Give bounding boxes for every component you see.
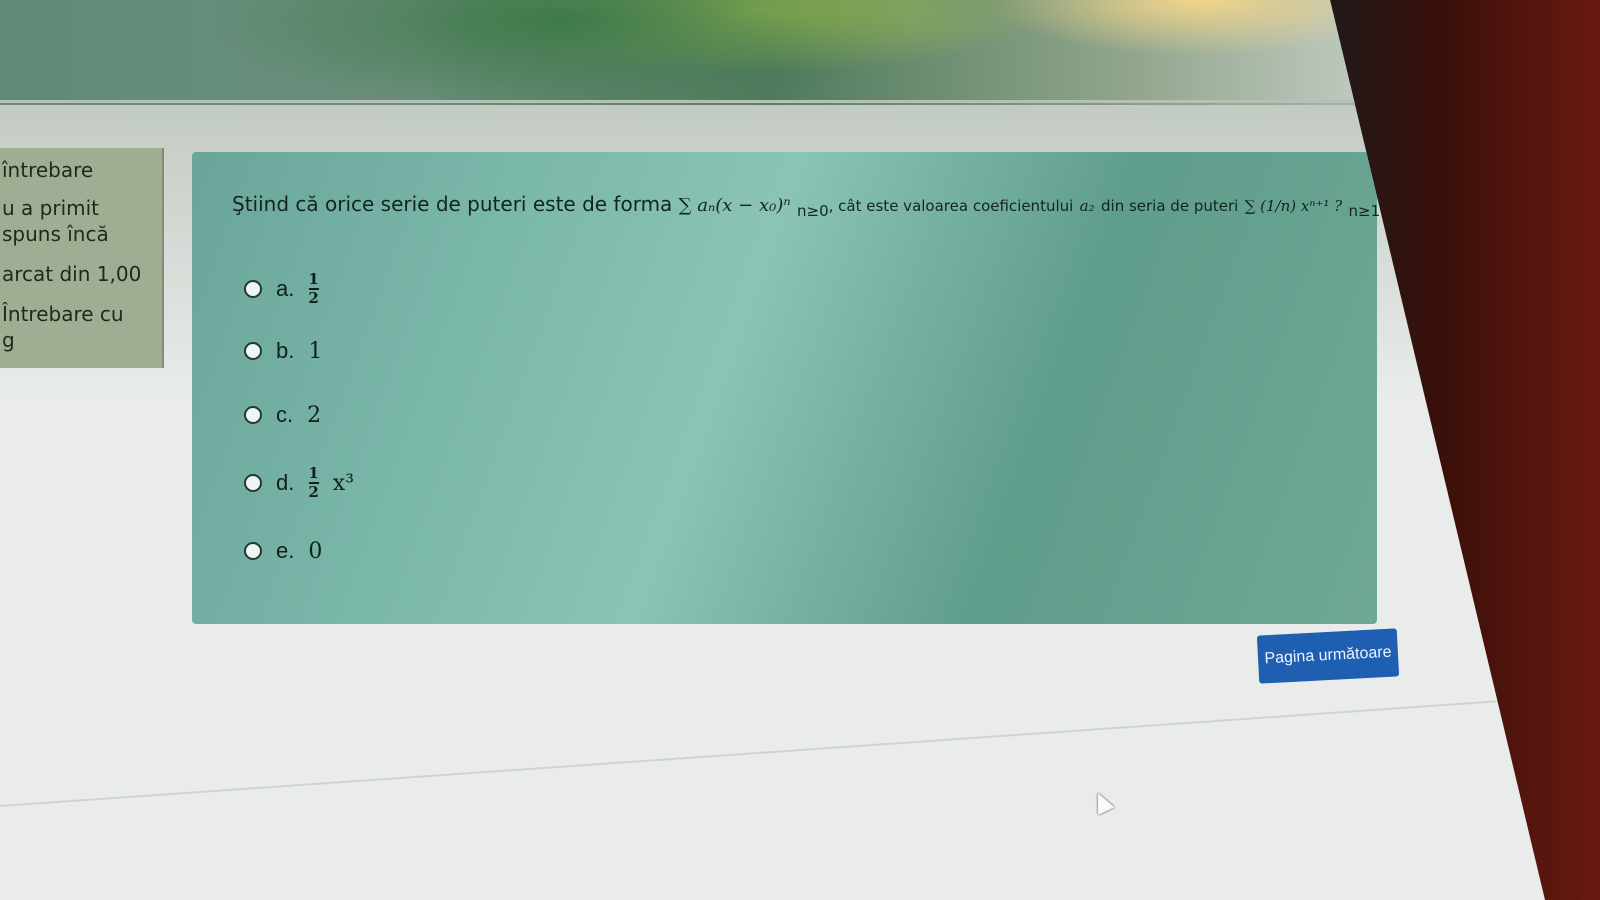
fraction-denominator: 2	[308, 483, 319, 501]
answer-option-b[interactable]: b. 1	[244, 338, 322, 364]
radio-button[interactable]	[244, 342, 262, 360]
info-status-line2: spuns încă	[2, 222, 109, 246]
answer-value: 0	[308, 538, 323, 564]
coefficient-math: a₂	[1079, 197, 1095, 215]
info-mark: arcat din 1,00	[2, 262, 142, 286]
radio-button[interactable]	[244, 280, 262, 298]
flag-question-link-cont[interactable]: g	[2, 328, 15, 352]
mouse-cursor-icon	[1089, 789, 1115, 815]
answer-letter: c.	[276, 402, 294, 427]
series-form-math: ∑ aₙ(x − x₀)ⁿ	[678, 195, 791, 216]
tail-series-index: n≥1	[1348, 202, 1381, 220]
answer-option-a[interactable]: a. 1 2	[244, 272, 319, 306]
flag-question-link[interactable]: Întrebare cu	[2, 302, 124, 326]
question-card: Ştiind că orice serie de puteri este de …	[192, 152, 1380, 624]
question-middle: , cât este valoarea coeficientului	[828, 197, 1074, 215]
fraction-denominator: 2	[308, 289, 319, 307]
answer-letter: e.	[276, 538, 295, 563]
answer-value: 2	[307, 402, 322, 428]
question-prefix: Ştiind că orice serie de puteri este de …	[232, 192, 673, 216]
question-text: Ştiind că orice serie de puteri este de …	[232, 192, 1380, 220]
radio-button[interactable]	[244, 542, 262, 560]
answer-letter: b.	[276, 338, 295, 363]
next-page-button[interactable]: Pagina următoare	[1256, 628, 1400, 684]
answer-letter: d.	[276, 470, 295, 495]
footer-divider	[0, 700, 1497, 807]
radio-button[interactable]	[244, 406, 262, 424]
fraction-numerator: 1	[308, 270, 319, 288]
series-index: n≥0	[797, 202, 829, 220]
radio-button[interactable]	[244, 474, 262, 492]
answer-option-d[interactable]: d. 1 2 x³	[244, 466, 354, 500]
browser-screen: întrebare u a primit spuns încă arcat di…	[0, 0, 1545, 900]
tail-series-math: ∑ (1/n) xⁿ⁺¹ ?	[1244, 197, 1343, 215]
site-banner	[0, 0, 1400, 105]
question-info-panel: întrebare u a primit spuns încă arcat di…	[0, 148, 164, 368]
answer-option-e[interactable]: e. 0	[244, 538, 322, 564]
answer-fraction: 1 2	[308, 272, 318, 306]
info-status-line1: u a primit	[2, 196, 100, 220]
answer-fraction: 1 2	[308, 466, 318, 500]
answer-value: 1	[308, 338, 323, 364]
info-question-label: întrebare	[2, 158, 94, 182]
answer-value: x³	[332, 470, 355, 496]
fraction-numerator: 1	[308, 464, 319, 482]
answer-letter: a.	[276, 276, 295, 301]
answer-option-c[interactable]: c. 2	[244, 402, 321, 428]
question-suffix: din seria de puteri	[1101, 197, 1239, 215]
